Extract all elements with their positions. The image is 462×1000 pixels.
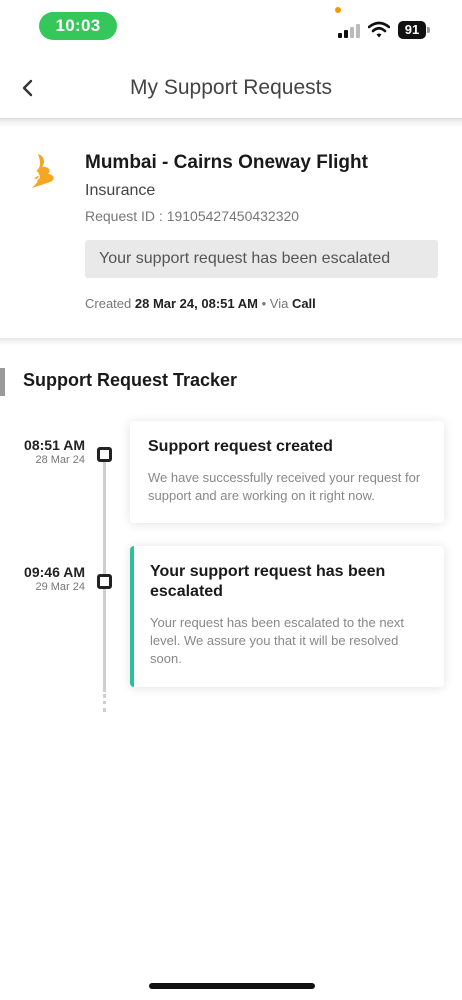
request-card: Mumbai - Cairns Oneway Flight Insurance … (0, 128, 462, 338)
event-card-created: Support request created We have successf… (130, 421, 444, 523)
header-divider (0, 118, 462, 128)
created-datetime: 28 Mar 24, 08:51 AM (134, 296, 258, 311)
status-time: 10:03 (39, 12, 117, 40)
timeline-node-active (97, 574, 112, 589)
status-bar: 10:03 91 (0, 0, 462, 52)
home-indicator[interactable] (149, 983, 315, 989)
battery-icon: 91 (398, 21, 430, 39)
page-title: My Support Requests (130, 76, 332, 99)
cellular-signal-icon (338, 22, 362, 38)
event-time: 08:51 AM (24, 437, 85, 453)
timeline-node (97, 447, 112, 462)
trip-title: Mumbai - Cairns Oneway Flight (85, 152, 368, 173)
app-header: My Support Requests (0, 60, 462, 118)
event-card-escalated: Your support request has been escalated … (130, 546, 444, 687)
battery-level: 91 (398, 21, 426, 39)
event-date: 29 Mar 24 (35, 581, 85, 593)
section-divider (0, 338, 462, 346)
event-description: Your request has been escalated to the n… (150, 615, 404, 666)
event-time: 09:46 AM (24, 564, 85, 580)
event-title: Support request created (148, 438, 333, 455)
request-id: Request ID : 19105427450432320 (85, 208, 300, 224)
event-time-label: 09:46 AM 29 Mar 24 (0, 564, 85, 593)
privacy-indicator-dot (335, 7, 341, 13)
request-category: Insurance (85, 182, 156, 199)
event-time-label: 08:51 AM 28 Mar 24 (0, 437, 85, 466)
via-prefix: • Via (261, 296, 289, 311)
wifi-icon (368, 21, 390, 38)
airline-logo-icon (32, 154, 54, 188)
status-banner: Your support request has been escalated (85, 240, 438, 278)
via-channel: Call (291, 296, 316, 311)
tracker-title: Support Request Tracker (23, 370, 238, 390)
timeline-continuation (103, 694, 106, 712)
created-info: Created 28 Mar 24, 08:51 AM • Via Call (85, 296, 316, 311)
tracker-accent-bar (0, 368, 5, 396)
event-description: We have successfully received your reque… (148, 470, 421, 503)
created-prefix: Created (85, 296, 132, 311)
event-title: Your support request has been escalated (150, 563, 386, 600)
event-date: 28 Mar 24 (35, 454, 85, 466)
